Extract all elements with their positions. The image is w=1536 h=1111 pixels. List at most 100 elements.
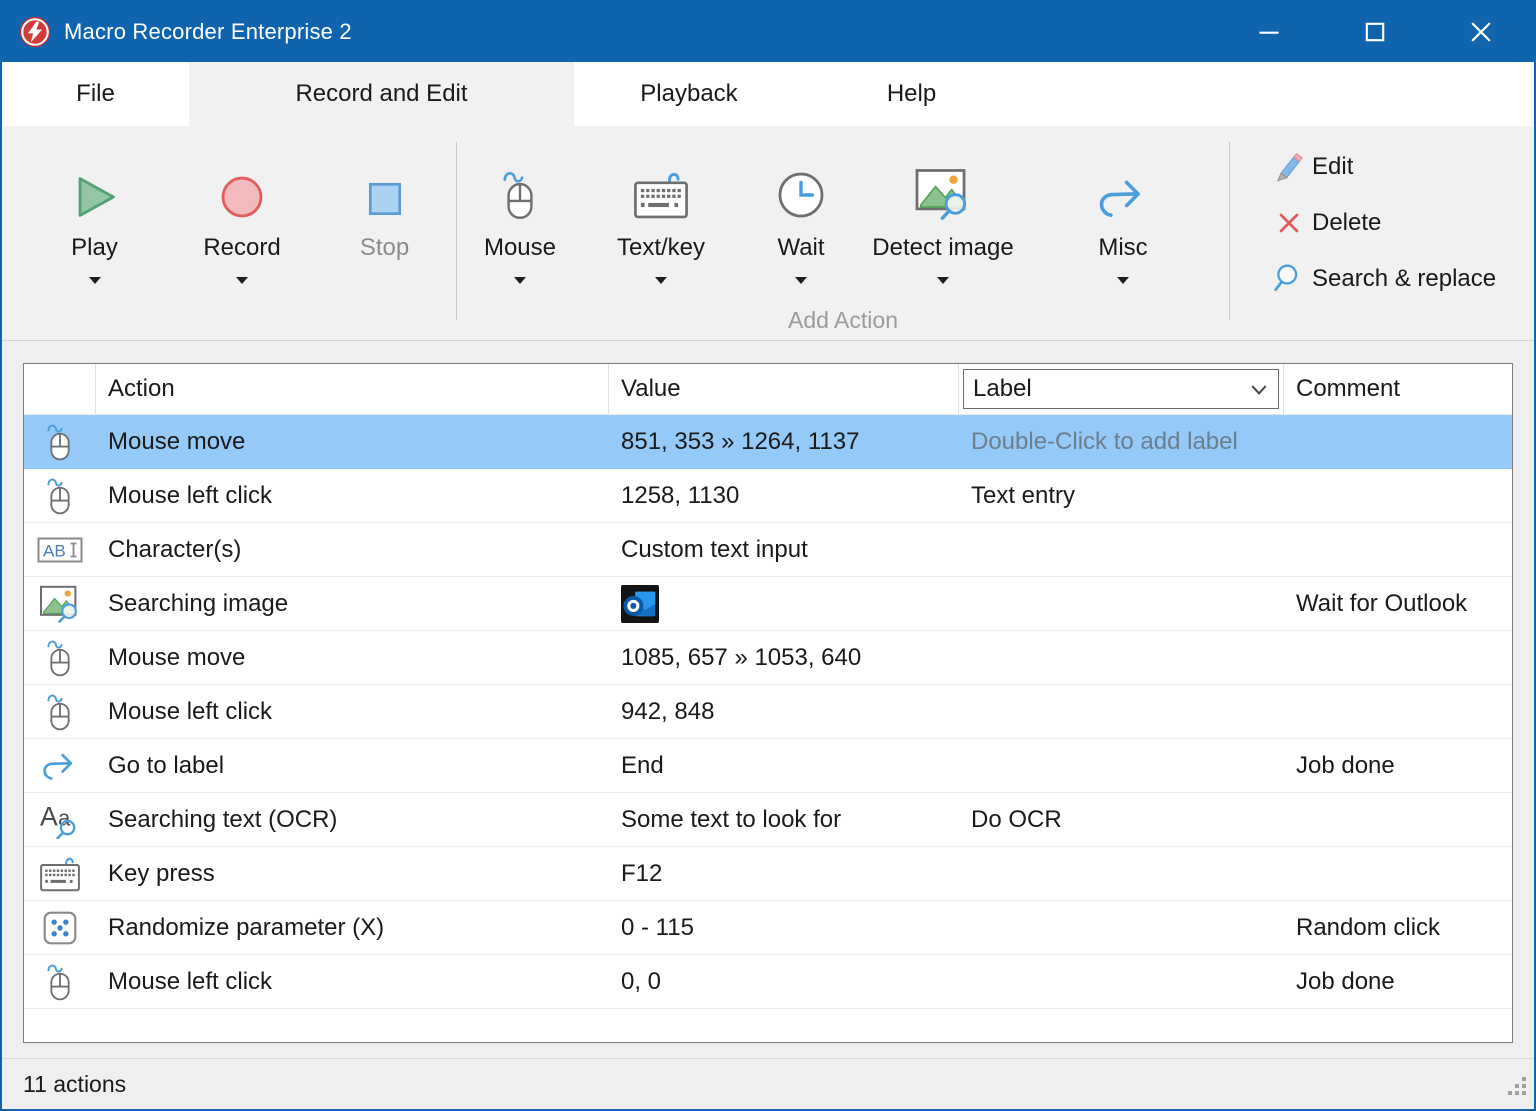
dropdown-caret-icon[interactable] <box>655 277 667 284</box>
misc-icon <box>1095 174 1151 220</box>
edit-pencil-icon <box>1273 151 1305 183</box>
dropdown-caret-icon[interactable] <box>937 277 949 284</box>
window-controls <box>1216 2 1534 62</box>
button-label: Delete <box>1312 209 1381 237</box>
label-cell[interactable] <box>959 685 1284 738</box>
action-cell: Mouse move <box>96 415 609 468</box>
comment-cell <box>1284 685 1512 738</box>
label-cell[interactable] <box>959 577 1284 630</box>
button-label: Search & replace <box>1312 265 1496 293</box>
label-cell[interactable] <box>959 739 1284 792</box>
action-row-2[interactable]: Mouse left click 1258, 1130 Text entry <box>24 469 1512 523</box>
action-row-3[interactable]: AB Character(s) Custom text input <box>24 523 1512 577</box>
button-icon-wrap <box>914 156 972 220</box>
value-cell: 851, 353 » 1264, 1137 <box>609 415 959 468</box>
action-row-7[interactable]: Go to label End Job done <box>24 739 1512 793</box>
button-icon-wrap <box>1095 156 1151 220</box>
action-row-8[interactable]: A a Searching text (OCR) Some text to lo… <box>24 793 1512 847</box>
delete-button[interactable]: Delete <box>1270 206 1534 240</box>
action-row-11[interactable]: Mouse left click 0, 0 Job done <box>24 955 1512 1009</box>
mouse-icon <box>45 693 75 731</box>
action-type-icon-cell <box>24 739 96 792</box>
value-cell: 1258, 1130 <box>609 469 959 522</box>
label-cell[interactable]: Double-Click to add label <box>959 415 1284 468</box>
action-row-9[interactable]: Key press F12 <box>24 847 1512 901</box>
tab-help[interactable]: Help <box>804 62 1019 126</box>
button-label: Wait <box>777 234 824 262</box>
dropdown-caret-icon[interactable] <box>89 277 101 284</box>
value-cell: 0 - 115 <box>609 901 959 954</box>
button-label: Edit <box>1312 153 1353 181</box>
action-list-header: Action Value Label Comment <box>24 364 1512 415</box>
stop-icon <box>364 178 406 220</box>
column-header-value[interactable]: Value <box>609 364 959 414</box>
mouse-icon <box>500 170 540 220</box>
record-icon <box>219 174 265 220</box>
action-cell: Randomize parameter (X) <box>96 901 609 954</box>
ribbon: Play Record Stop Mouse Text/key Wait <box>2 126 1534 341</box>
detect-image-icon <box>914 168 972 220</box>
value-cell: Some text to look for <box>609 793 959 846</box>
stop-button[interactable]: Stop <box>322 126 447 340</box>
search-replace-button[interactable]: Search & replace <box>1270 262 1534 296</box>
button-icon-wrap <box>776 156 826 220</box>
button-icon-wrap <box>1270 151 1308 183</box>
value-cell: 0, 0 <box>609 955 959 1008</box>
label-cell[interactable] <box>959 631 1284 684</box>
column-header-label: Label <box>959 364 1284 414</box>
label-cell[interactable] <box>959 523 1284 576</box>
action-row-10[interactable]: Randomize parameter (X) 0 - 115 Random c… <box>24 901 1512 955</box>
app-window: Macro Recorder Enterprise 2 FileRecord a… <box>0 0 1536 1111</box>
record-button[interactable]: Record <box>162 126 322 340</box>
comment-cell <box>1284 631 1512 684</box>
edit-button[interactable]: Edit <box>1270 150 1534 184</box>
dropdown-caret-icon[interactable] <box>236 277 248 284</box>
goto-label-icon <box>40 749 80 782</box>
label-cell[interactable]: Do OCR <box>959 793 1284 846</box>
button-label: Detect image <box>872 234 1013 262</box>
column-header-comment[interactable]: Comment <box>1284 364 1512 414</box>
button-label: Play <box>71 234 118 262</box>
label-filter-dropdown[interactable]: Label <box>963 369 1279 409</box>
outlook-thumbnail <box>621 585 659 623</box>
action-row-4[interactable]: Searching image Wait for Outlook <box>24 577 1512 631</box>
chevron-down-icon <box>1250 384 1268 396</box>
action-row-6[interactable]: Mouse left click 942, 848 <box>24 685 1512 739</box>
label-cell[interactable] <box>959 901 1284 954</box>
action-type-icon-cell: AB <box>24 523 96 576</box>
dropdown-caret-icon[interactable] <box>514 277 526 284</box>
action-row-1[interactable]: Mouse move 851, 353 » 1264, 1137 Double-… <box>24 415 1512 469</box>
status-text: 11 actions <box>23 1071 126 1098</box>
action-cell: Searching image <box>96 577 609 630</box>
column-header-action[interactable]: Action <box>96 364 609 414</box>
search-icon <box>1273 263 1305 295</box>
action-cell: Mouse left click <box>96 469 609 522</box>
chevron-down-icon <box>1250 375 1268 403</box>
label-cell[interactable] <box>959 847 1284 900</box>
label-cell[interactable]: Text entry <box>959 469 1284 522</box>
keyboard-icon <box>633 170 689 220</box>
tab-record-and-edit[interactable]: Record and Edit <box>189 62 574 126</box>
resize-grip[interactable] <box>1506 1075 1528 1103</box>
dropdown-caret-icon[interactable] <box>1117 277 1129 284</box>
tab-bar: FileRecord and EditPlaybackHelp <box>2 62 1534 126</box>
button-icon-wrap <box>1270 263 1308 295</box>
close-icon <box>1466 17 1496 47</box>
action-row-5[interactable]: Mouse move 1085, 657 » 1053, 640 <box>24 631 1512 685</box>
comment-cell <box>1284 847 1512 900</box>
comment-cell: Job done <box>1284 739 1512 792</box>
action-type-icon-cell: A a <box>24 793 96 846</box>
label-filter-value: Label <box>973 375 1032 403</box>
titlebar: Macro Recorder Enterprise 2 <box>2 2 1534 62</box>
main-area: Action Value Label Comment Mouse move 85… <box>2 341 1534 1058</box>
maximize-button[interactable] <box>1322 2 1428 62</box>
label-cell[interactable] <box>959 955 1284 1008</box>
action-cell: Mouse left click <box>96 955 609 1008</box>
close-button[interactable] <box>1428 2 1534 62</box>
minimize-button[interactable] <box>1216 2 1322 62</box>
tab-playback[interactable]: Playback <box>574 62 804 126</box>
tab-file[interactable]: File <box>2 62 189 126</box>
dropdown-caret-icon[interactable] <box>795 277 807 284</box>
play-button[interactable]: Play <box>27 126 162 340</box>
svg-text:A: A <box>40 801 58 831</box>
